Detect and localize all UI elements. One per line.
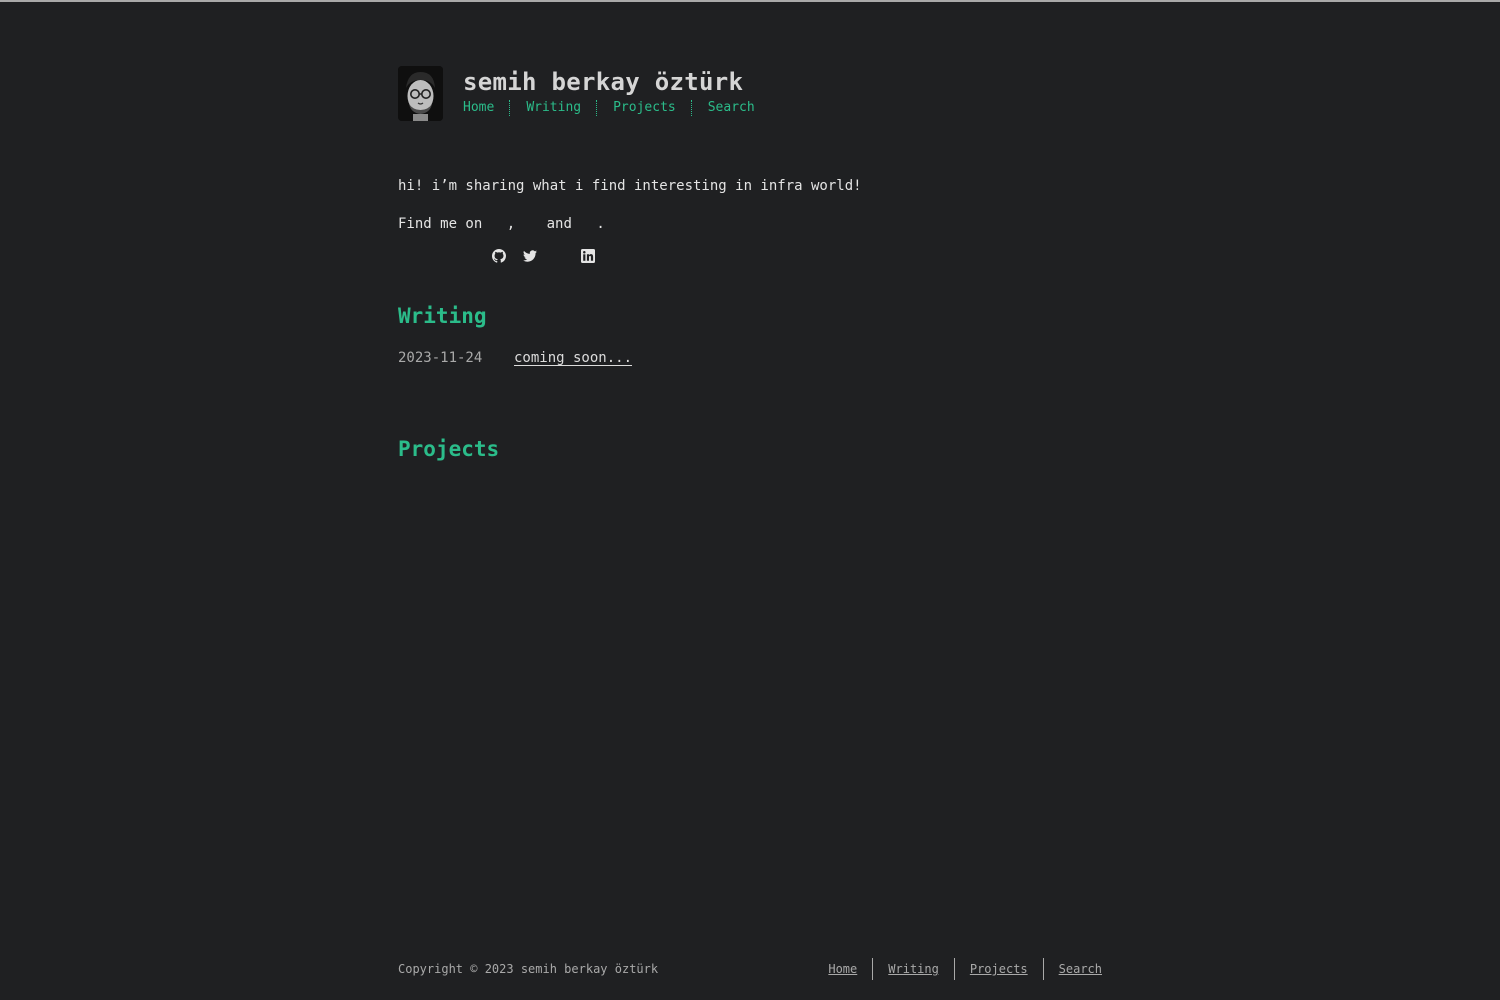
github-icon[interactable] xyxy=(491,217,506,263)
copyright-text: Copyright © 2023 semih berkay öztürk xyxy=(398,962,659,976)
footer-writing-link[interactable]: Writing xyxy=(888,962,939,976)
nav-separator xyxy=(596,100,598,116)
main-container: semih berkay öztürk Home Writing Project… xyxy=(398,66,1102,461)
twitter-icon[interactable] xyxy=(523,217,538,262)
writing-section-title: Writing xyxy=(398,304,487,328)
post-title-link[interactable]: coming soon... xyxy=(514,350,632,366)
site-header: semih berkay öztürk Home Writing Project… xyxy=(398,66,1102,121)
linkedin-icon[interactable] xyxy=(581,217,596,263)
nav-separator xyxy=(509,100,511,116)
footer-nav-separator xyxy=(953,958,955,980)
find-me-comma: , xyxy=(506,216,516,232)
footer-nav-separator xyxy=(872,958,874,980)
avatar-portrait-image xyxy=(398,66,443,121)
footer-projects-link[interactable]: Projects xyxy=(970,962,1028,976)
nav-home-link[interactable]: Home xyxy=(463,100,494,116)
nav-separator xyxy=(690,100,693,116)
nav-search-link[interactable]: Search xyxy=(708,100,755,116)
projects-section-title: Projects xyxy=(398,437,500,461)
find-me-period: . xyxy=(596,216,605,232)
avatar[interactable] xyxy=(398,66,443,121)
footer-search-link[interactable]: Search xyxy=(1059,962,1102,976)
site-title[interactable]: semih berkay öztürk xyxy=(463,68,755,96)
footer-nav: Home Writing Projects Search xyxy=(828,958,1102,980)
post-list-item: 2023-11-24 coming soon... xyxy=(398,350,1102,366)
intro-text: hi! i’m sharing what i find interesting … xyxy=(398,178,862,194)
find-me-prefix: Find me on xyxy=(398,216,491,232)
site-footer: Copyright © 2023 semih berkay öztürk Hom… xyxy=(398,958,1102,980)
footer-home-link[interactable]: Home xyxy=(828,962,857,976)
post-date: 2023-11-24 xyxy=(398,350,483,366)
top-border xyxy=(0,0,1500,2)
nav-projects-link[interactable]: Projects xyxy=(613,100,676,116)
footer-nav-separator xyxy=(1042,958,1044,980)
header-text: semih berkay öztürk Home Writing Project… xyxy=(463,68,755,116)
find-me-and: and xyxy=(538,216,581,232)
nav-writing-link[interactable]: Writing xyxy=(526,100,581,116)
find-me-line: Find me on , and . xyxy=(398,216,1102,263)
main-nav: Home Writing Projects Search xyxy=(463,100,755,116)
